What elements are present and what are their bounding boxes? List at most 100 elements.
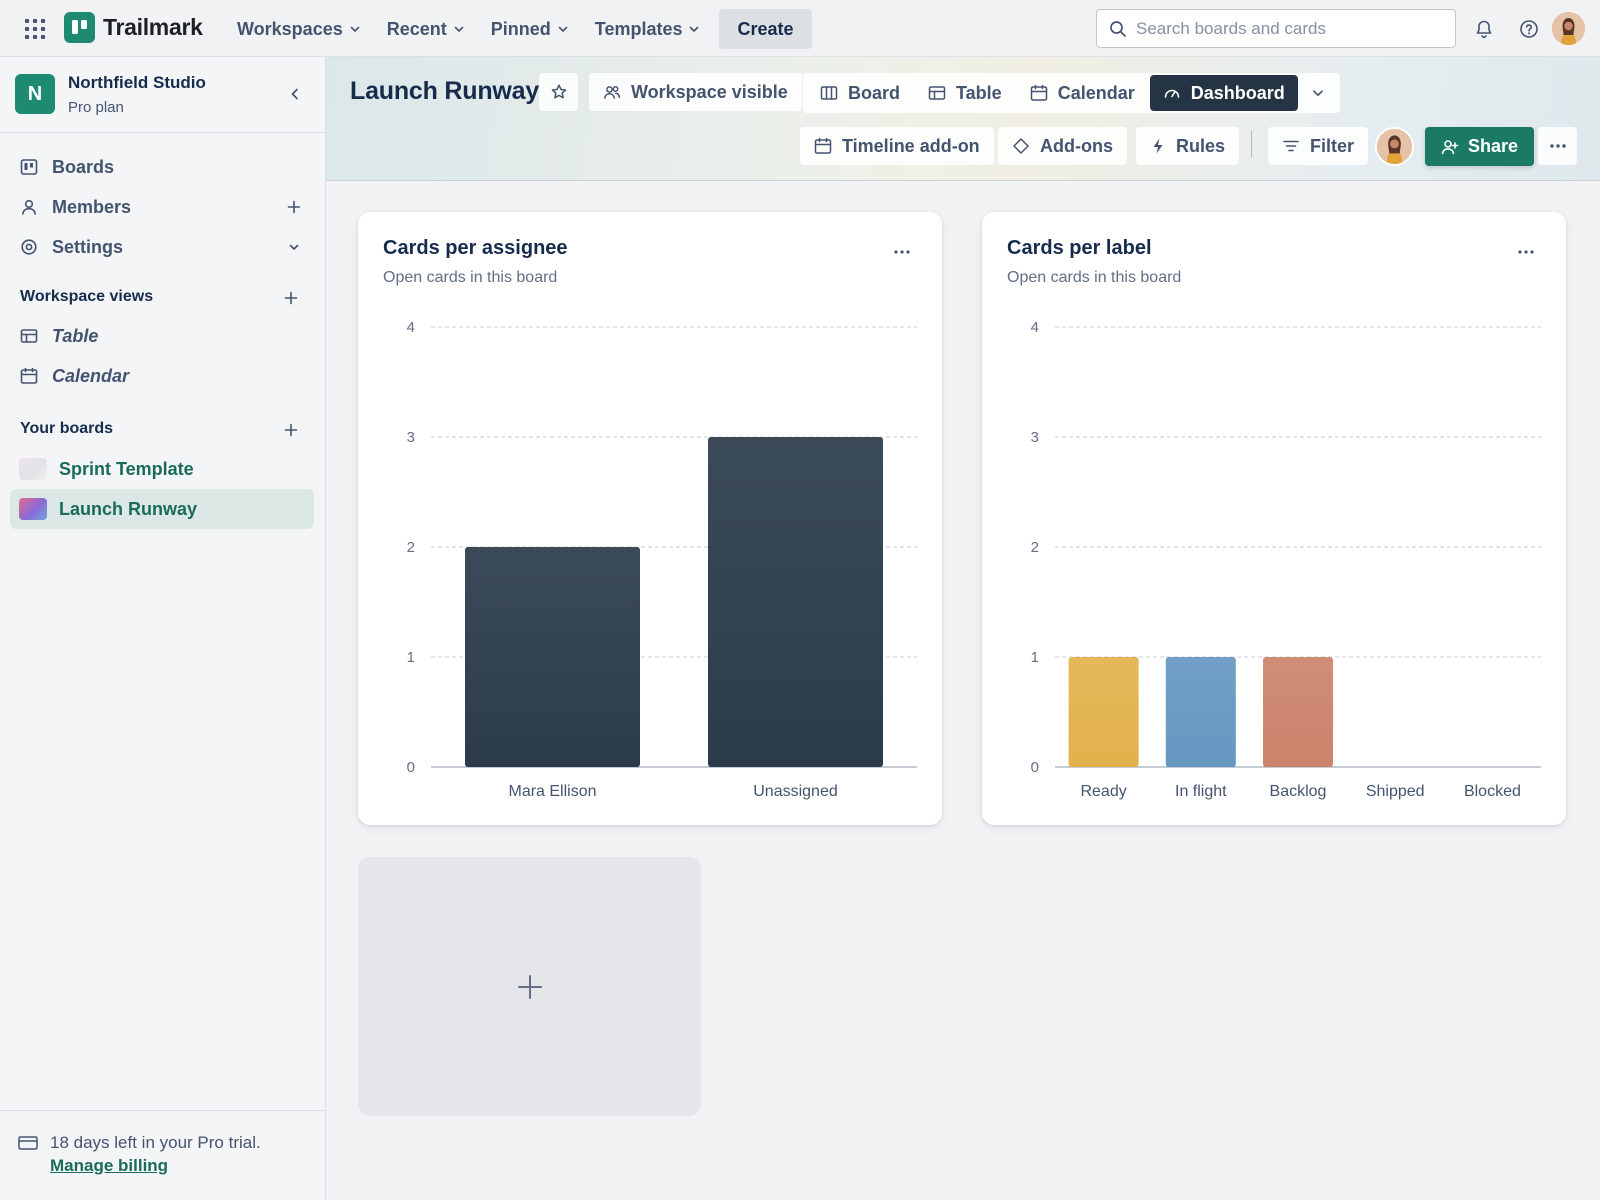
y-tick-label: 0: [1031, 759, 1039, 776]
search-input[interactable]: [1136, 18, 1436, 39]
star-board-button[interactable]: [539, 73, 578, 111]
board-header: Launch Runway Workspace visible Board Ta…: [326, 57, 1600, 181]
workspace-plan: Pro plan: [68, 99, 124, 116]
sidebar-item-label: Boards: [52, 156, 115, 177]
create-button[interactable]: Create: [719, 9, 812, 49]
diamond-icon: [1013, 138, 1029, 154]
more-views-button[interactable]: [1300, 75, 1336, 111]
nav-templates[interactable]: Templates: [584, 9, 712, 49]
brand-name: Trailmark: [103, 14, 203, 40]
chevron-down-icon: [558, 26, 568, 32]
workspace-avatar[interactable]: N: [15, 74, 55, 114]
sidebar-board-launch-runway[interactable]: Launch Runway: [10, 489, 314, 529]
timeline-addon-label: Timeline add-on: [842, 135, 980, 156]
sidebar-item-settings[interactable]: Settings: [10, 227, 314, 267]
star-icon: [551, 84, 566, 99]
timeline-addon-button[interactable]: Timeline add-on: [800, 127, 994, 165]
search-box[interactable]: [1096, 9, 1456, 48]
sidebar-view-table[interactable]: Table: [10, 316, 314, 356]
apps-grid-icon[interactable]: [22, 16, 48, 42]
workspace-header: N Northfield Studio Pro plan: [0, 57, 325, 133]
share-button[interactable]: Share: [1425, 127, 1535, 166]
rules-button[interactable]: Rules: [1136, 127, 1240, 165]
sidebar-view-calendar[interactable]: Calendar: [10, 356, 314, 396]
nav-workspaces[interactable]: Workspaces: [226, 9, 372, 49]
add-chart-tile[interactable]: [358, 857, 701, 1116]
calendar-icon: [1030, 84, 1047, 101]
tab-label: Board: [848, 82, 901, 103]
sidebar-item-boards[interactable]: Boards: [10, 147, 314, 187]
bell-icon[interactable]: [1471, 16, 1497, 42]
board-menu-button[interactable]: [1538, 127, 1577, 165]
brand-logo[interactable]: Trailmark: [64, 12, 203, 43]
board-thumbnail: [19, 498, 47, 520]
chevron-left-icon: [291, 88, 298, 100]
tab-table[interactable]: Table: [915, 75, 1015, 111]
chevron-down-icon: [454, 26, 464, 32]
bar-in-flight[interactable]: [1165, 657, 1236, 767]
addons-button[interactable]: Add-ons: [998, 127, 1127, 165]
workspace-name[interactable]: Northfield Studio: [68, 73, 206, 93]
bar-unassigned[interactable]: [708, 437, 883, 767]
x-tick-label: In flight: [1175, 783, 1227, 800]
help-icon[interactable]: [1516, 16, 1542, 42]
boards-icon: [20, 159, 38, 175]
tab-calendar[interactable]: Calendar: [1017, 75, 1148, 111]
filter-label: Filter: [1310, 135, 1355, 156]
collapse-sidebar-button[interactable]: [282, 81, 308, 107]
top-nav: Workspaces Recent Pinned Templates Creat…: [226, 9, 812, 49]
y-tick-label: 4: [407, 319, 415, 336]
sidebar-board-label: Sprint Template: [59, 458, 194, 479]
calendar-icon: [814, 137, 832, 154]
sidebar-view-label: Table: [52, 325, 99, 346]
sidebar-item-members[interactable]: Members: [10, 187, 314, 227]
people-icon: [604, 86, 621, 99]
trial-text: 18 days left in your Pro trial.: [50, 1133, 261, 1152]
x-tick-label: Ready: [1080, 783, 1126, 800]
manage-billing-link[interactable]: Manage billing: [50, 1156, 168, 1176]
add-member-plus-icon[interactable]: [284, 197, 304, 217]
y-tick-label: 2: [1031, 539, 1039, 556]
board-member-avatar[interactable]: [1375, 127, 1414, 166]
add-board-plus-icon[interactable]: [280, 419, 302, 441]
y-tick-label: 3: [1031, 429, 1039, 446]
sidebar: N Northfield Studio Pro plan Boards Memb…: [0, 57, 326, 1200]
y-tick-label: 0: [407, 759, 415, 776]
rules-label: Rules: [1176, 135, 1226, 156]
search-icon: [1110, 20, 1126, 37]
board-view-icon: [820, 86, 838, 100]
x-tick-label: Blocked: [1464, 783, 1521, 800]
add-view-plus-icon[interactable]: [280, 287, 302, 309]
bar-ready[interactable]: [1068, 657, 1139, 767]
bar-mara-ellison[interactable]: [465, 547, 640, 767]
y-tick-label: 2: [407, 539, 415, 556]
bar-backlog[interactable]: [1263, 657, 1333, 767]
nav-pinned[interactable]: Pinned: [480, 9, 580, 49]
tab-label: Calendar: [1057, 82, 1135, 103]
table-icon: [928, 86, 946, 100]
x-tick-label: Mara Ellison: [508, 783, 596, 800]
label-bar-chart: 0 1 2 3 4 Ready In flight Backlog Shipped Blocked: [1031, 319, 1541, 800]
filter-button[interactable]: Filter: [1268, 127, 1369, 165]
addons-label: Add-ons: [1040, 135, 1113, 156]
y-tick-label: 1: [407, 649, 415, 666]
sidebar-board-sprint-template[interactable]: Sprint Template: [10, 449, 314, 489]
chart-card-label: Cards per label Open cards in this board…: [982, 212, 1566, 825]
user-avatar[interactable]: [1552, 12, 1585, 45]
sidebar-item-label: Settings: [52, 236, 124, 257]
visibility-button[interactable]: Workspace visible: [589, 73, 802, 111]
nav-workspaces-label: Workspaces: [237, 18, 343, 39]
tab-dashboard[interactable]: Dashboard: [1149, 75, 1298, 111]
tab-board[interactable]: Board: [807, 75, 913, 111]
gear-icon: [21, 239, 37, 255]
board-title[interactable]: Launch Runway: [350, 77, 539, 106]
nav-recent[interactable]: Recent: [376, 9, 476, 49]
logo-mark-icon: [64, 12, 95, 43]
sidebar-board-label: Launch Runway: [59, 498, 198, 519]
x-tick-label: Shipped: [1366, 783, 1425, 800]
chevron-down-icon[interactable]: [284, 237, 304, 257]
sidebar-view-label: Calendar: [52, 365, 130, 386]
visibility-label: Workspace visible: [631, 81, 788, 102]
share-label: Share: [1468, 136, 1519, 156]
header-divider: [1251, 131, 1252, 157]
